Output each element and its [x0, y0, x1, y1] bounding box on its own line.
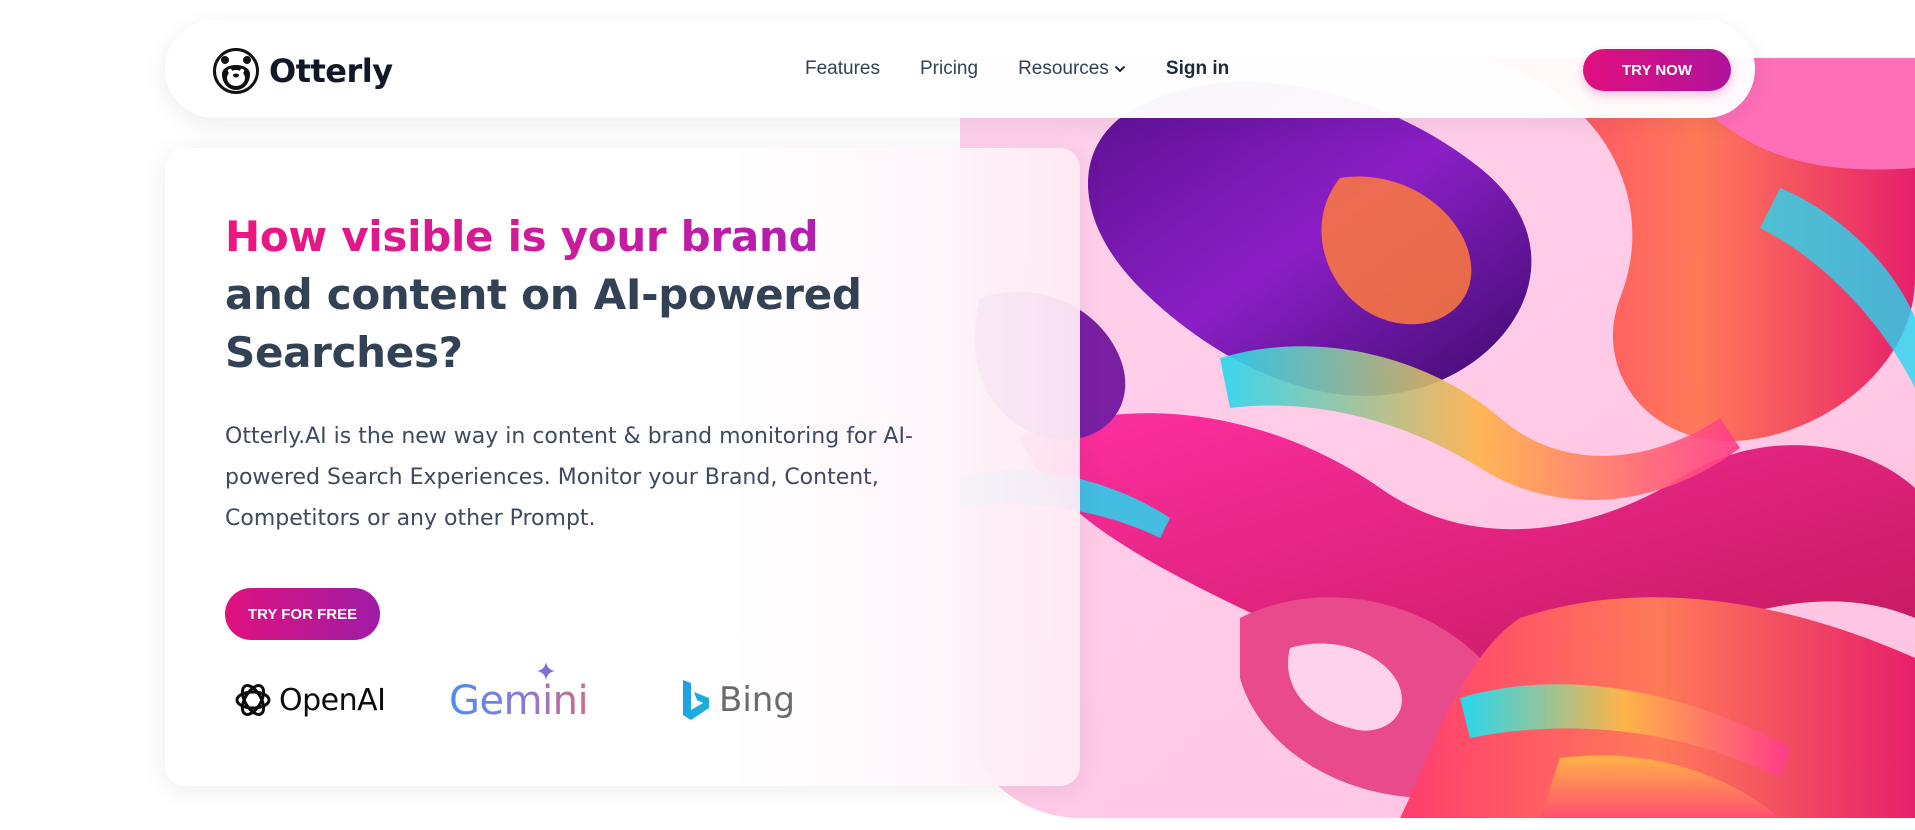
- nav-sign-in[interactable]: Sign in: [1166, 58, 1229, 80]
- hero-headline-accent: How visible is your brand: [225, 208, 925, 266]
- try-for-free-button[interactable]: TRY FOR FREE: [225, 588, 380, 640]
- openai-label: OpenAI: [279, 682, 386, 718]
- gemini-logo: Gemini: [449, 662, 589, 724]
- nav-features[interactable]: Features: [805, 58, 880, 80]
- bing-logo: Bing: [681, 678, 795, 722]
- bing-icon: [683, 680, 709, 720]
- openai-icon: [235, 684, 271, 716]
- brand-name: Otterly: [269, 52, 393, 90]
- gemini-label: Gemini: [449, 678, 589, 724]
- nav-pricing[interactable]: Pricing: [920, 58, 978, 80]
- bing-label: Bing: [719, 680, 795, 720]
- try-now-button[interactable]: TRY NOW: [1583, 49, 1731, 91]
- nav-links: Features Pricing Resources Sign in: [805, 58, 1229, 80]
- hero-headline: How visible is your brand and content on…: [225, 208, 925, 382]
- openai-logo: OpenAI: [233, 680, 386, 720]
- hero-art-graphic: [960, 58, 1915, 818]
- hero-card: How visible is your brand and content on…: [165, 148, 1080, 786]
- chevron-down-icon: [1114, 66, 1125, 72]
- hero-subtext: Otterly.AI is the new way in content & b…: [225, 424, 913, 531]
- hero-abstract-art: [960, 58, 1915, 818]
- top-navbar: Otterly Features Pricing Resources Sign …: [165, 20, 1755, 118]
- nav-resources-label: Resources: [1018, 58, 1109, 79]
- brand-logo[interactable]: Otterly: [213, 48, 393, 94]
- partner-logos: OpenAI Gemini Bing: [233, 662, 873, 738]
- hero-headline-rest: and content on AI-powered Searches?: [225, 270, 862, 377]
- nav-resources[interactable]: Resources: [1018, 58, 1126, 80]
- otter-icon: [213, 48, 259, 94]
